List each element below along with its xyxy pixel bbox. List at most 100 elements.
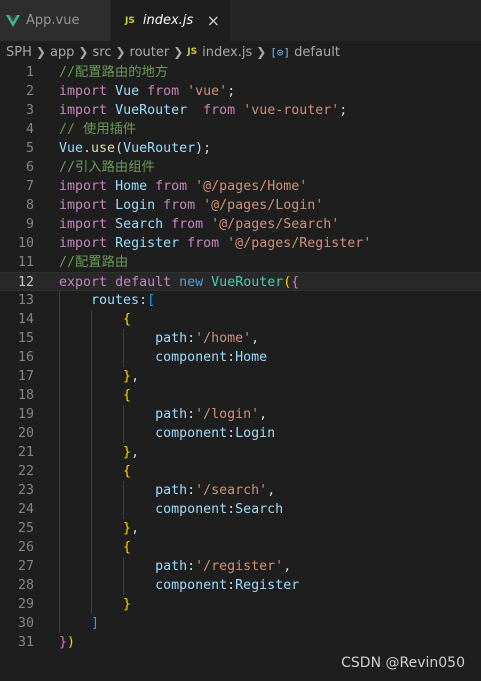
code-text: } — [59, 595, 131, 614]
code-token: Vue — [59, 141, 84, 156]
code-line[interactable]: 6 //引入路由组件 — [0, 158, 481, 177]
code-token: { — [123, 312, 132, 327]
code-line[interactable]: 15 path:'/home', — [0, 329, 481, 348]
breadcrumb-sph[interactable]: SPH — [6, 45, 32, 60]
code-text: component:Search — [59, 500, 283, 519]
tab-label: index.js — [142, 13, 194, 28]
tab-bar: App.vue JS index.js × — [0, 0, 481, 41]
code-token: : — [187, 407, 196, 422]
code-line[interactable]: 2 import Vue from 'vue'; — [0, 82, 481, 101]
line-number: 5 — [25, 141, 34, 156]
code-line[interactable]: 8 import Login from '@/pages/Login' — [0, 196, 481, 215]
code-text: import Home from '@/pages/Home' — [59, 177, 307, 196]
code-line[interactable]: 10 import Register from '@/pages/Register… — [0, 234, 481, 253]
code-token: default — [115, 275, 172, 290]
code-token: : — [139, 293, 148, 308]
code-token: } — [123, 521, 132, 536]
code-line[interactable]: 22 { — [0, 462, 481, 481]
code-line[interactable]: 1 //配置路由的地方 — [0, 63, 481, 82]
code-text: Vue.use(VueRouter); — [59, 139, 211, 158]
code-line[interactable]: 30 ] — [0, 614, 481, 633]
chevron-right-icon: ❯ — [115, 45, 126, 59]
code-token: , — [267, 483, 276, 498]
code-line[interactable]: 13 routes:[ — [0, 291, 481, 310]
line-number: 30 — [17, 616, 34, 631]
code-text: export default new VueRouter({ — [59, 273, 299, 292]
code-token: path — [155, 483, 188, 498]
breadcrumb-default[interactable]: default — [294, 45, 340, 60]
close-icon[interactable]: × — [207, 12, 220, 29]
code-line[interactable]: 27 path:'/register', — [0, 557, 481, 576]
code-token: // 使用插件 — [59, 122, 137, 137]
vue-icon — [6, 14, 20, 27]
code-line[interactable]: 21 }, — [0, 443, 481, 462]
line-number: 20 — [17, 426, 34, 441]
breadcrumb: SPH ❯ app ❯ src ❯ router ❯ JS index.js ❯… — [0, 41, 481, 63]
tab-index-js[interactable]: JS index.js × — [111, 0, 230, 41]
chevron-right-icon: ❯ — [78, 45, 89, 59]
code-line[interactable]: 25 }, — [0, 519, 481, 538]
code-line[interactable]: 5 Vue.use(VueRouter); — [0, 139, 481, 158]
code-token: from — [203, 103, 236, 118]
code-line[interactable]: 20 component:Login — [0, 424, 481, 443]
code-token: ] — [91, 616, 100, 631]
line-number: 4 — [25, 122, 34, 137]
code-token: from — [147, 84, 180, 99]
code-token: component — [155, 426, 228, 441]
code-line[interactable]: 31}) — [0, 633, 481, 652]
code-line[interactable]: 11 //配置路由 — [0, 253, 481, 272]
code-line[interactable]: 16 component:Home — [0, 348, 481, 367]
code-line[interactable]: 23 path:'/search', — [0, 481, 481, 500]
code-token: routes — [91, 293, 140, 308]
code-token: Search — [115, 217, 164, 232]
code-line[interactable]: 17 }, — [0, 367, 481, 386]
code-line[interactable]: 24 component:Search — [0, 500, 481, 519]
code-token: ); — [195, 141, 212, 156]
line-number: 8 — [25, 198, 34, 213]
breadcrumb-router[interactable]: router — [130, 45, 170, 60]
code-line[interactable]: 26 { — [0, 538, 481, 557]
code-line[interactable]: 3 import VueRouter from 'vue-router'; — [0, 101, 481, 120]
code-token: VueRouter — [115, 103, 188, 118]
code-token: , — [131, 521, 140, 536]
js-icon: JS — [187, 47, 198, 57]
code-token: ; — [227, 84, 236, 99]
code-token: import — [59, 217, 108, 232]
code-token: : — [187, 331, 196, 346]
code-line[interactable]: 7 import Home from '@/pages/Home' — [0, 177, 481, 196]
code-token: from — [155, 179, 188, 194]
code-token: import — [59, 103, 108, 118]
code-line[interactable]: 14 { — [0, 310, 481, 329]
code-token: , — [251, 331, 260, 346]
code-line[interactable]: 9 import Search from '@/pages/Search' — [0, 215, 481, 234]
code-line[interactable]: 29 } — [0, 595, 481, 614]
code-line[interactable]: 4 // 使用插件 — [0, 120, 481, 139]
code-token: import — [59, 179, 108, 194]
breadcrumb-src[interactable]: src — [92, 45, 111, 60]
code-text: ] — [59, 614, 99, 633]
watermark: CSDN @Revin050 — [341, 655, 465, 671]
line-number: 15 — [17, 331, 34, 346]
breadcrumb-app[interactable]: app — [50, 45, 74, 60]
indent-guide — [123, 481, 125, 519]
line-number: 18 — [17, 388, 34, 403]
code-text: }, — [59, 367, 139, 386]
code-editor[interactable]: 1 //配置路由的地方 2 import Vue from 'vue'; 3 import… — [0, 63, 481, 681]
code-line[interactable]: 28 component:Register — [0, 576, 481, 595]
code-line[interactable]: 12 export default new VueRouter({ — [0, 272, 481, 291]
tab-app-vue[interactable]: App.vue — [0, 0, 111, 41]
code-text: import Vue from 'vue'; — [59, 82, 235, 101]
breadcrumb-index-js[interactable]: index.js — [202, 45, 252, 60]
code-line[interactable]: 19 path:'/login', — [0, 405, 481, 424]
code-text: { — [59, 462, 131, 481]
code-token: : — [227, 426, 236, 441]
code-token: Home — [115, 179, 148, 194]
line-number: 27 — [17, 559, 34, 574]
code-line[interactable]: 18 { — [0, 386, 481, 405]
